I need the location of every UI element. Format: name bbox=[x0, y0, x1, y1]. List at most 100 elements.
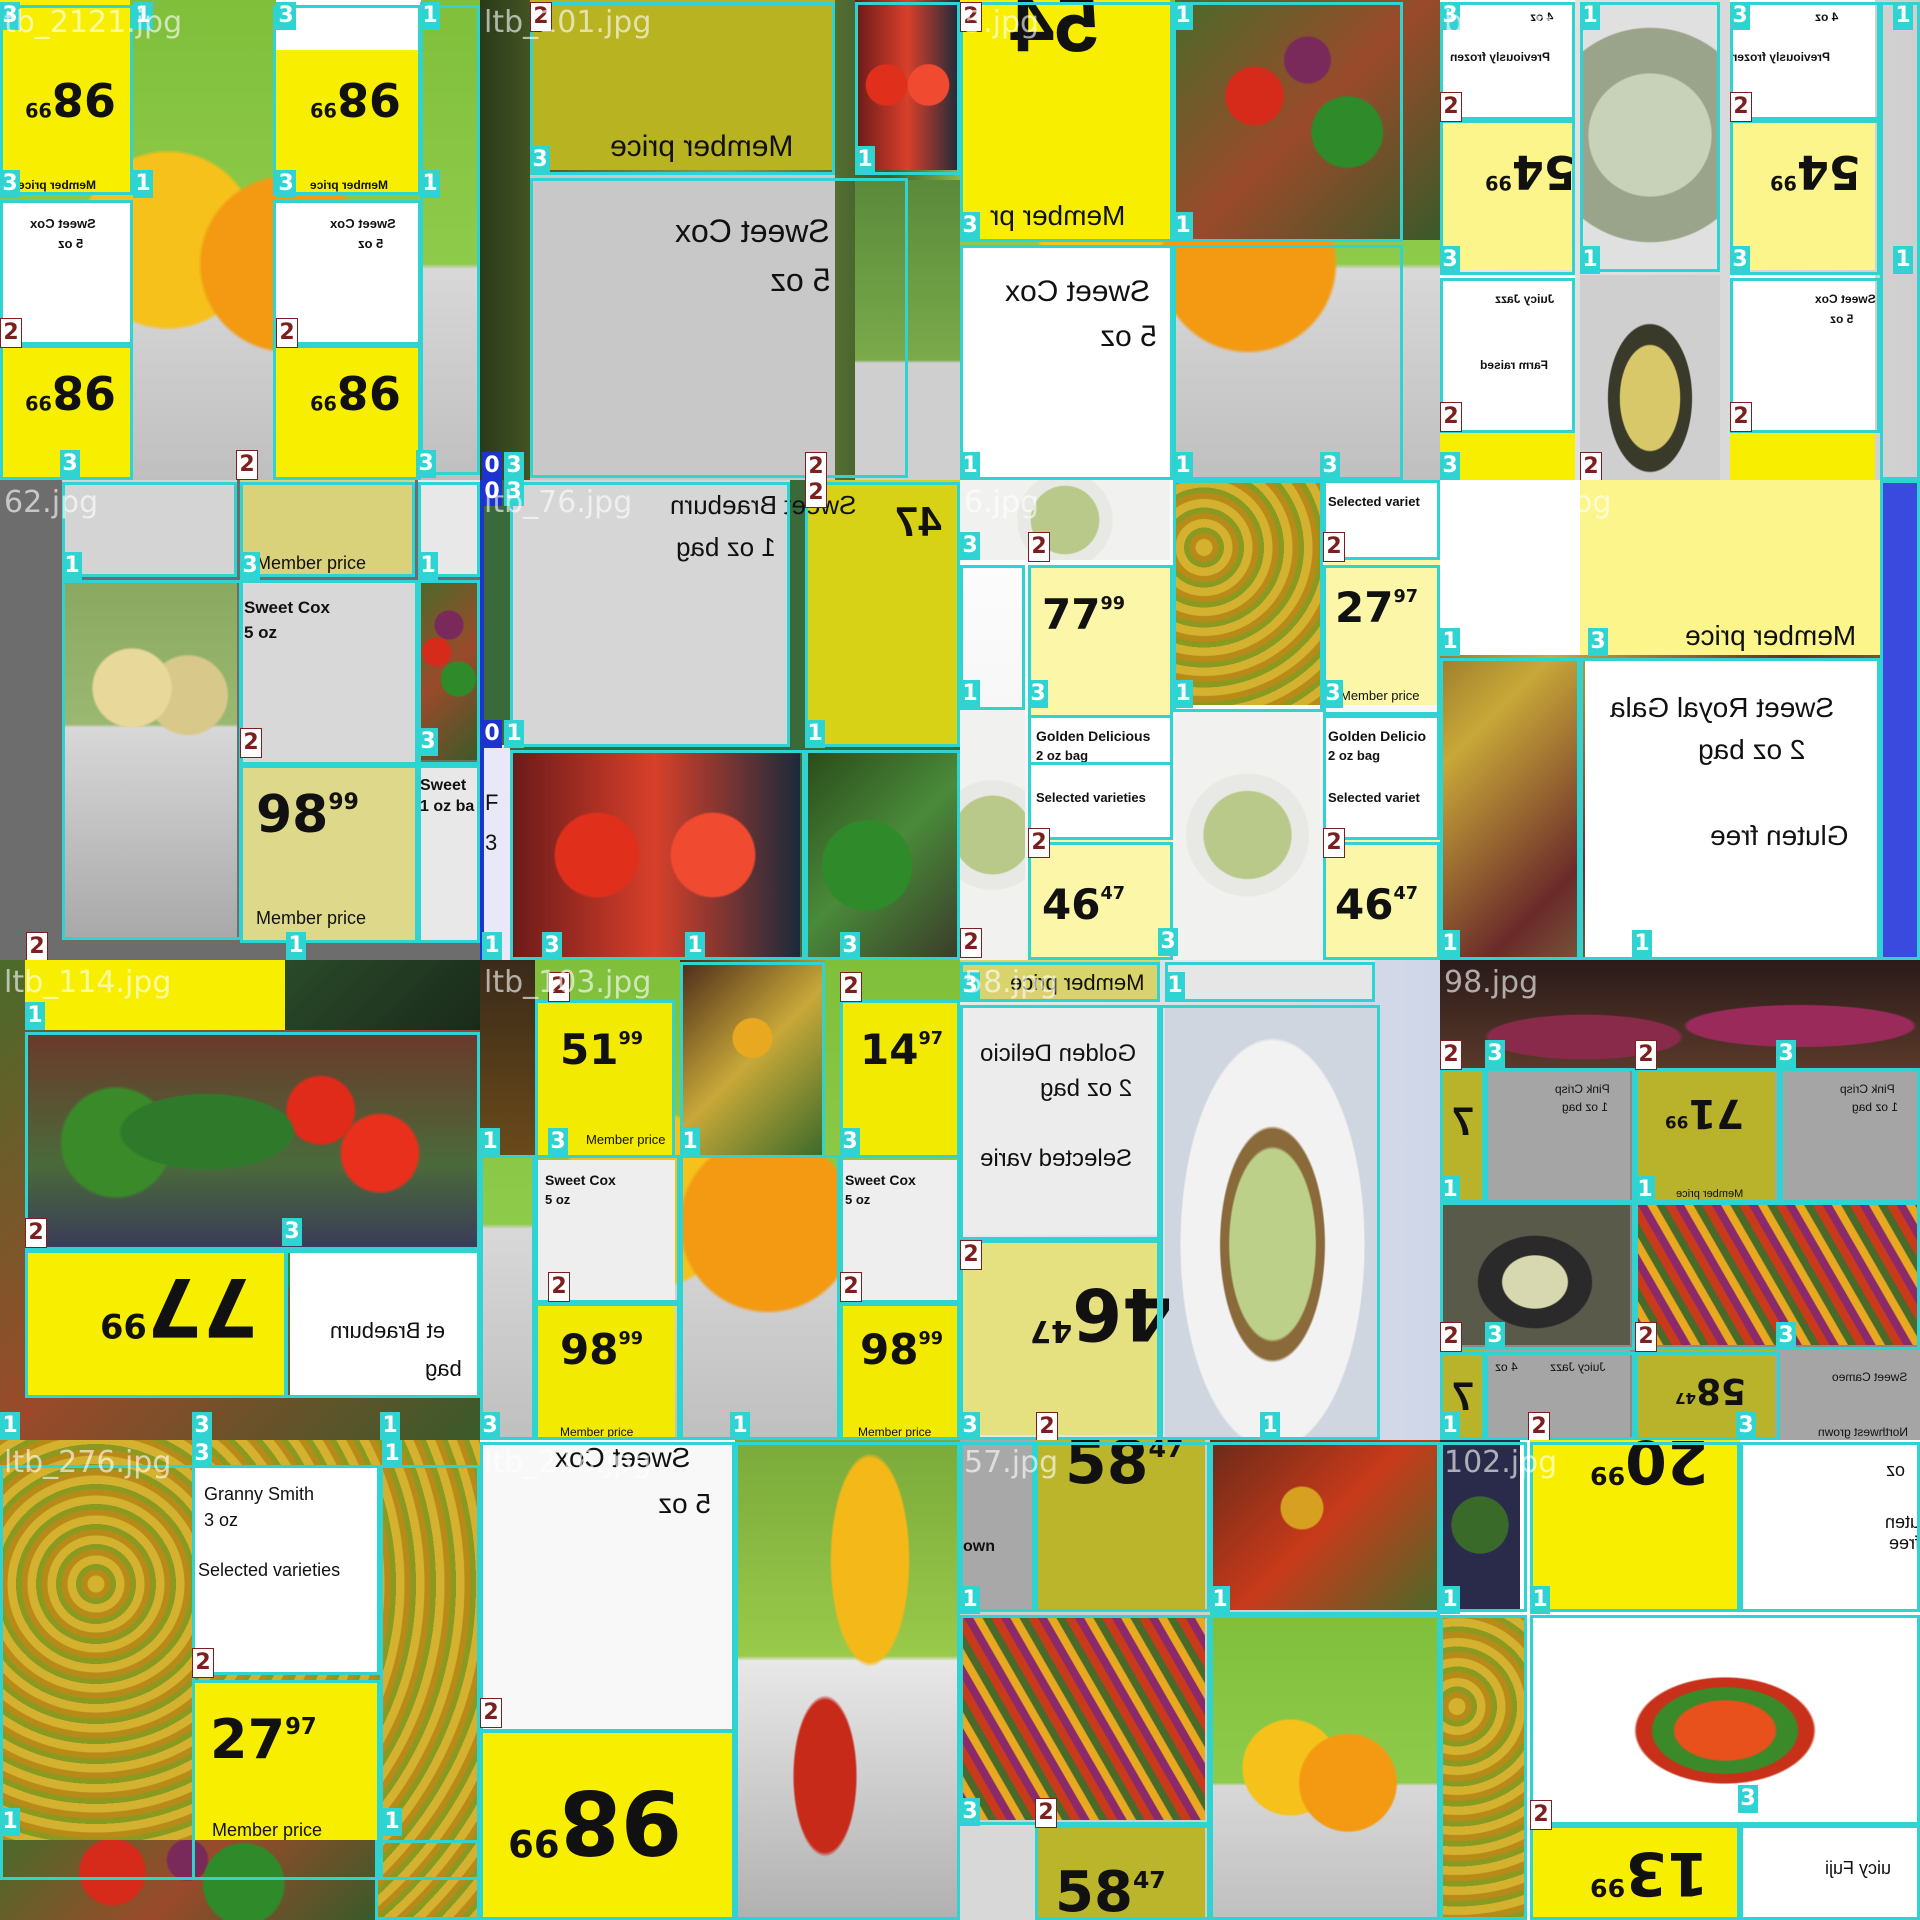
class-label: 2 bbox=[26, 932, 48, 960]
sign-text: oz bbox=[1886, 1460, 1906, 1480]
photo-region bbox=[285, 960, 480, 1030]
sign-text: 2 oz bag bbox=[1698, 734, 1806, 765]
class-label: 2 bbox=[960, 1240, 982, 1270]
image-filename: ltb_103.jpg bbox=[484, 965, 652, 1000]
price-dollars: 54 bbox=[1796, 145, 1861, 199]
class-label: 3 bbox=[840, 932, 860, 960]
photo-region bbox=[1165, 1005, 1380, 1440]
price-dollars: 98 bbox=[860, 1325, 919, 1374]
image-filename: 102.jpg bbox=[1444, 1445, 1558, 1480]
photo-region bbox=[0, 1840, 375, 1920]
class-label: 0 bbox=[482, 720, 502, 748]
photo-region bbox=[1580, 275, 1720, 480]
class-label: 3 bbox=[416, 450, 436, 478]
class-label: 1 bbox=[0, 1412, 20, 1440]
photo-region bbox=[1580, 0, 1720, 270]
image-filename: 58.jpg bbox=[964, 965, 1059, 1000]
sign-panel bbox=[1440, 430, 1575, 480]
class-label: 3 bbox=[1320, 452, 1340, 480]
image-filename: 62.jpg bbox=[4, 485, 99, 520]
price-dollars: 14 bbox=[860, 1025, 919, 1074]
sign-text: 7 bbox=[1452, 1100, 1475, 1144]
class-label: 2 bbox=[960, 928, 982, 958]
price-cents: 99 bbox=[1665, 1111, 1689, 1132]
sign-text: own bbox=[963, 1538, 995, 1555]
price-text: 9899 bbox=[508, 1770, 682, 1873]
class-label: 1 bbox=[418, 552, 438, 580]
class-label: 3 bbox=[548, 1128, 568, 1156]
mosaic-tile: Member price Sweet Cox 5 oz 9899 Member pric… bbox=[0, 480, 480, 960]
photo-region bbox=[1175, 710, 1320, 960]
photo-region bbox=[855, 0, 960, 170]
mosaic-grid: 9899 Member price Sweet Cox 5 oz 9899 9899 Mem… bbox=[0, 0, 1920, 1920]
price-cents: 47 bbox=[1675, 1389, 1697, 1408]
price-dollars: 98 bbox=[51, 365, 116, 419]
sign-text: Selected varieties bbox=[198, 1560, 341, 1580]
class-label: 1 bbox=[1893, 2, 1913, 30]
price-cents: 99 bbox=[310, 391, 337, 415]
sign-text: Member pr bbox=[990, 200, 1126, 231]
class-label: 1 bbox=[730, 1412, 750, 1440]
class-label: 1 bbox=[420, 170, 440, 198]
price-cents: 99 bbox=[508, 1820, 560, 1864]
mosaic-tile: 4 oz Previously frozen 5499 Juicy Jazz Farm … bbox=[1440, 0, 1920, 480]
photo-region bbox=[735, 1440, 960, 1920]
class-label: 1 bbox=[1580, 246, 1600, 274]
price-cents: 47 bbox=[1100, 884, 1125, 905]
sign-text: Sweet Cox bbox=[675, 213, 830, 249]
sign-text: Sweet Cameo bbox=[1832, 1370, 1908, 1384]
class-label: 3 bbox=[418, 728, 438, 756]
class-label: 1 bbox=[25, 1002, 45, 1030]
sign-panel bbox=[960, 1825, 1035, 1920]
class-label: 1 bbox=[805, 720, 825, 748]
price-dollars: 98 bbox=[560, 1325, 619, 1374]
mosaic-tile: 2099 oz uten free 1399 uicy Fuji 1 1 2 3 102.jpg bbox=[1440, 1440, 1920, 1920]
sign-text: Pink Crisp bbox=[1840, 1082, 1895, 1096]
price-dollars: 98 bbox=[559, 1770, 682, 1873]
class-label: 1 bbox=[960, 680, 980, 708]
class-label: 3 bbox=[1440, 452, 1460, 480]
sign-text: Selected variet bbox=[1328, 494, 1420, 509]
image-filename: ltb_276.jpg bbox=[4, 1445, 172, 1480]
class-label: 2 bbox=[236, 450, 258, 480]
class-label: 1 bbox=[1173, 680, 1193, 708]
price-dollars: 58 bbox=[1065, 1440, 1149, 1498]
class-label: 2 bbox=[1530, 1800, 1552, 1830]
class-label: 2 bbox=[1580, 452, 1602, 480]
photo-region bbox=[960, 1615, 1205, 1820]
class-label: 2 bbox=[1730, 92, 1752, 122]
class-label: 3 bbox=[240, 552, 260, 580]
sign-text: 5 oz bbox=[1830, 312, 1854, 326]
sign-text: 4 oz bbox=[1495, 1360, 1518, 1374]
class-label: 1 bbox=[62, 552, 82, 580]
sign-text: Previously frozen bbox=[1450, 50, 1551, 64]
price-cents: 99 bbox=[1590, 1460, 1626, 1490]
price-dollars: 54 bbox=[1511, 145, 1576, 199]
class-label: 0 bbox=[482, 452, 502, 480]
sign-text: uicy Fuji bbox=[1825, 1858, 1892, 1878]
sign-text: Member price bbox=[212, 1820, 323, 1840]
sign-text: Sweet Cox bbox=[845, 1172, 916, 1188]
image-filename: 98.jpg bbox=[1444, 965, 1539, 1000]
class-label: 3 bbox=[1485, 1322, 1505, 1350]
sign-text: Member price bbox=[560, 1425, 634, 1439]
sign-text: Member price bbox=[610, 130, 794, 163]
sign-text: 1 oz ba bbox=[420, 798, 475, 815]
class-label: 3 bbox=[1028, 680, 1048, 708]
price-cents: 99 bbox=[918, 1329, 943, 1350]
sign-text: Member price bbox=[1685, 620, 1857, 651]
class-label: 1 bbox=[1440, 1412, 1460, 1440]
class-label: 3 bbox=[282, 1218, 302, 1246]
sign-text: Previously frozen bbox=[1730, 50, 1831, 64]
photo-region bbox=[1210, 1615, 1440, 1920]
price-text: 9899 bbox=[256, 785, 359, 845]
sign-text: 5 oz bbox=[658, 1488, 711, 1519]
price-text: 9899 bbox=[310, 365, 401, 419]
photo-region bbox=[510, 750, 800, 960]
class-label: 2 bbox=[240, 728, 262, 758]
sign-text: Sweet Cox bbox=[1815, 292, 1876, 306]
class-label: 2 bbox=[1323, 828, 1345, 858]
price-dollars: 71 bbox=[1688, 1090, 1745, 1136]
price-cents: 97 bbox=[1393, 587, 1418, 608]
sign-text: Member price bbox=[256, 908, 367, 928]
